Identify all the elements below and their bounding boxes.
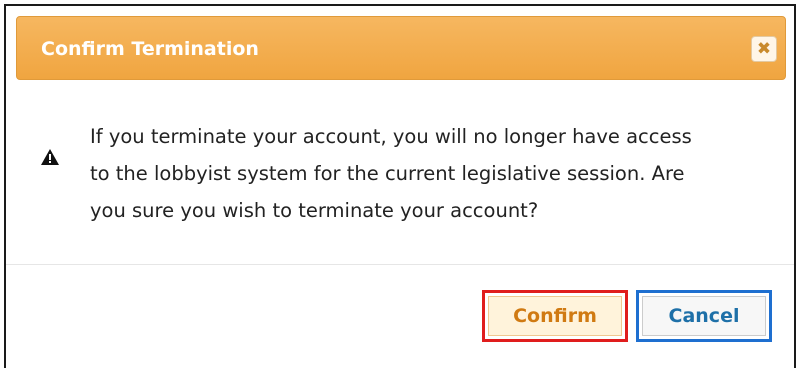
message-line: to the lobbyist system for the current l… bbox=[90, 162, 685, 185]
confirm-termination-dialog: Confirm Termination ✖ If you terminate y… bbox=[4, 4, 796, 368]
close-icon[interactable]: ✖ bbox=[751, 36, 777, 62]
cancel-button[interactable]: Cancel bbox=[636, 290, 772, 342]
footer-divider bbox=[6, 264, 794, 265]
dialog-message: If you terminate your account, you will … bbox=[90, 118, 780, 229]
message-line: you sure you wish to terminate your acco… bbox=[90, 199, 539, 222]
confirm-button-face: Confirm bbox=[488, 296, 622, 336]
confirm-button-label: Confirm bbox=[513, 305, 597, 327]
dialog-titlebar: Confirm Termination ✖ bbox=[16, 16, 786, 80]
close-glyph: ✖ bbox=[756, 39, 772, 59]
dialog-body: If you terminate your account, you will … bbox=[6, 96, 794, 266]
cancel-button-label: Cancel bbox=[668, 305, 740, 327]
message-line: If you terminate your account, you will … bbox=[90, 125, 692, 148]
warning-icon bbox=[41, 149, 59, 165]
cancel-button-face: Cancel bbox=[642, 296, 766, 336]
confirm-button[interactable]: Confirm bbox=[482, 290, 628, 342]
dialog-title: Confirm Termination bbox=[41, 38, 259, 60]
